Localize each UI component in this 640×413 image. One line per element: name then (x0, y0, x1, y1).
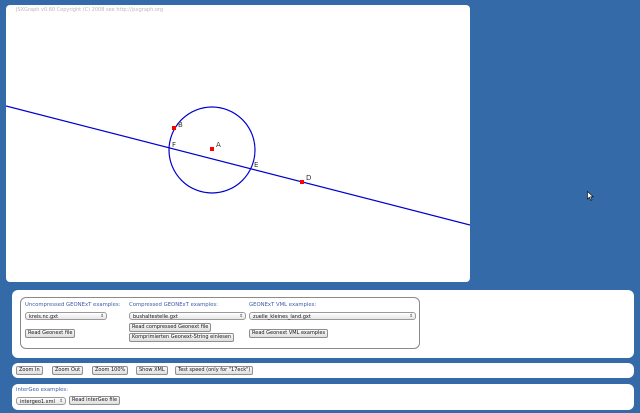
intergeo-select-value: intergeo1.xml (20, 399, 55, 405)
uncompressed-select[interactable]: kreis.nc.gxt ⇕ (25, 312, 107, 320)
read-geonext-vml-button[interactable]: Read Geonext VML examples (249, 329, 329, 338)
read-intergeo-button[interactable]: Read interGeo file (69, 396, 121, 405)
examples-panel: Uncompressed GEONExT examples: kreis.nc.… (12, 290, 634, 358)
read-compressed-geonext-button[interactable]: Read compressed Geonext file (129, 323, 212, 332)
vml-select-value: zuelle_kleines_land.gxt (253, 314, 311, 320)
chevron-updown-icon: ⇕ (100, 314, 104, 319)
zoom-100-button[interactable]: Zoom 100% (92, 366, 129, 375)
show-xml-button[interactable]: Show XML (136, 366, 168, 375)
test-speed-button[interactable]: Test speed (only for "17eck") (175, 366, 254, 375)
drawing-board[interactable]: JSXGraph v0.60 Copyright (C) 2008 see ht… (6, 5, 470, 282)
zoom-in-button[interactable]: Zoom In (16, 366, 43, 375)
vml-examples-label: GEONExT VML examples: (249, 302, 317, 308)
toolbar-panel: Zoom In Zoom Out Zoom 100% Show XML Test… (12, 363, 634, 378)
point-b-label: B (178, 121, 183, 129)
compressed-string-button[interactable]: Komprimierten Geonext-String einlesen (129, 333, 235, 342)
compressed-select-value: bushaltestelle.gxt (133, 314, 178, 320)
compressed-examples-label: Compressed GEONExT examples: (129, 302, 218, 308)
zoom-out-button[interactable]: Zoom Out (52, 366, 84, 375)
uncompressed-select-value: kreis.nc.gxt (29, 314, 59, 320)
compressed-select[interactable]: bushaltestelle.gxt ⇕ (129, 312, 246, 320)
uncompressed-examples-label: Uncompressed GEONExT examples: (25, 302, 121, 308)
geometry-canvas[interactable]: A B D E F (6, 5, 470, 282)
mouse-pointer-icon (587, 191, 594, 201)
point-a-label: A (216, 141, 221, 149)
point-d[interactable] (300, 180, 304, 184)
point-e-label: E (254, 161, 258, 169)
line-bd[interactable] (6, 105, 470, 226)
point-a[interactable] (210, 147, 214, 151)
point-d-label: D (306, 174, 311, 182)
chevron-updown-icon: ⇕ (239, 314, 243, 319)
intergeo-examples-label: interGeo examples: (16, 387, 68, 393)
intergeo-panel: interGeo examples: intergeo1.xml ⇕ Read … (12, 384, 634, 410)
intergeo-select[interactable]: intergeo1.xml ⇕ (16, 397, 66, 405)
vml-select[interactable]: zuelle_kleines_land.gxt ⇕ (249, 312, 416, 320)
chevron-updown-icon: ⇕ (59, 399, 63, 404)
read-geonext-button[interactable]: Read Geonext file (25, 329, 76, 338)
point-b[interactable] (172, 126, 176, 130)
examples-group: Uncompressed GEONExT examples: kreis.nc.… (20, 297, 420, 349)
point-f-label: F (172, 141, 176, 149)
chevron-updown-icon: ⇕ (409, 314, 413, 319)
